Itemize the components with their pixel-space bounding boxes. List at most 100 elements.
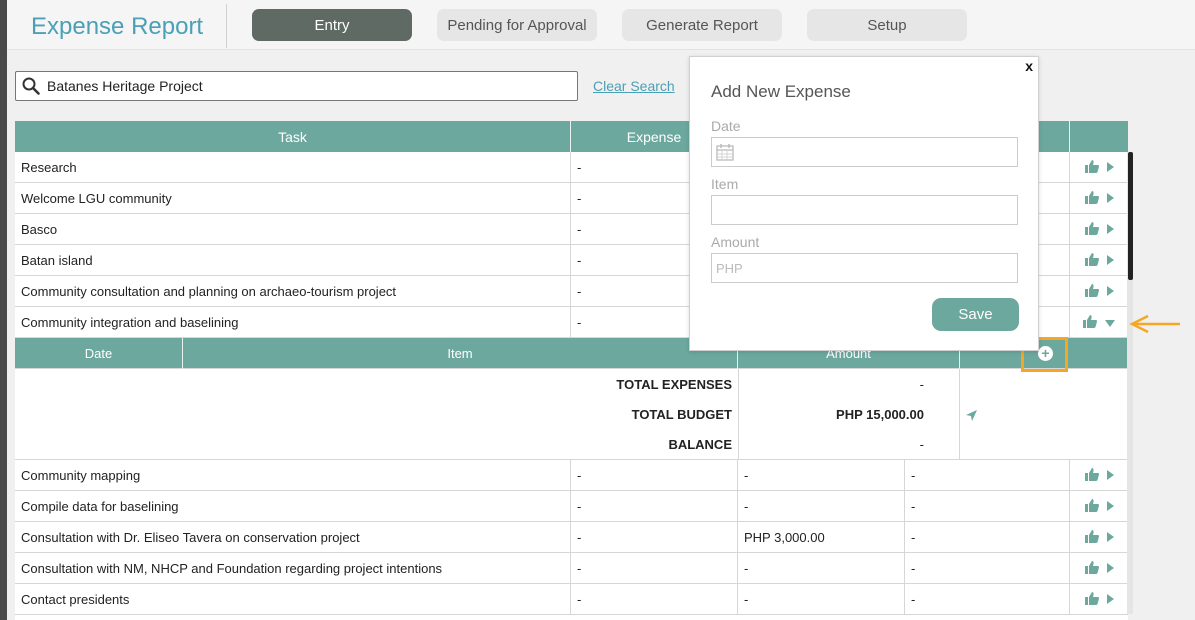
subheader-date: Date (15, 338, 183, 369)
expand-right-icon[interactable] (1106, 561, 1114, 576)
row-actions (1070, 245, 1128, 276)
search-value: Batanes Heritage Project (47, 78, 203, 94)
thumbs-up-icon[interactable] (1084, 159, 1099, 176)
value-cell: PHP 3,000.00 (738, 522, 905, 553)
date-label: Date (711, 118, 741, 134)
row-actions (1070, 152, 1128, 183)
row-actions (1070, 522, 1128, 553)
row-actions (1070, 307, 1128, 338)
tab-entry[interactable]: Entry (252, 9, 412, 41)
row-actions (1070, 491, 1128, 522)
task-cell: Research (15, 152, 571, 183)
total-budget-value: PHP 15,000.00 (836, 407, 924, 422)
thumbs-up-icon[interactable] (1084, 591, 1099, 608)
row-actions (1070, 553, 1128, 584)
item-label: Item (711, 176, 739, 192)
tab-pending-for-approval[interactable]: Pending for Approval (437, 9, 597, 41)
amount-placeholder: PHP (716, 260, 743, 276)
task-cell: Consultation with NM, NHCP and Foundatio… (15, 553, 571, 584)
expense-totals: TOTAL EXPENSES - TOTAL BUDGET PHP 15,000… (15, 369, 1128, 460)
table-row[interactable]: Consultation with Dr. Eliseo Tavera on c… (15, 522, 1128, 553)
value-cell: - (571, 460, 738, 491)
thumbs-up-icon[interactable] (1084, 283, 1099, 300)
expand-right-icon[interactable] (1106, 592, 1114, 607)
task-cell: Community consultation and planning on a… (15, 276, 571, 307)
expand-right-icon[interactable] (1106, 499, 1114, 514)
task-cell: Community mapping (15, 460, 571, 491)
value-cell: - (571, 584, 738, 615)
value-cell: - (738, 553, 905, 584)
row-actions (1070, 584, 1128, 615)
thumbs-up-icon[interactable] (1084, 467, 1099, 484)
annotation-arrow-icon (1129, 314, 1180, 334)
header-task: Task (15, 121, 571, 152)
title-divider (226, 4, 227, 48)
table-row[interactable]: Compile data for baselining - - - (15, 491, 1128, 522)
expand-right-icon[interactable] (1106, 530, 1114, 545)
thumbs-up-icon[interactable] (1083, 314, 1097, 331)
total-expenses-label: TOTAL EXPENSES (616, 377, 732, 392)
expand-right-icon[interactable] (1106, 253, 1114, 268)
value-cell: - (571, 553, 738, 584)
task-cell: Consultation with Dr. Eliseo Tavera on c… (15, 522, 571, 553)
table-scrollbar-thumb[interactable] (1128, 152, 1133, 280)
thumbs-up-icon[interactable] (1084, 560, 1099, 577)
row-actions (1070, 460, 1128, 491)
amount-field[interactable]: PHP (711, 253, 1018, 283)
row-actions (1070, 183, 1128, 214)
value-cell: - (905, 522, 1070, 553)
thumbs-up-icon[interactable] (1084, 221, 1099, 238)
task-cell: Compile data for baselining (15, 491, 571, 522)
search-icon (22, 77, 40, 95)
totals-divider-2 (959, 369, 960, 460)
item-field[interactable] (711, 195, 1018, 225)
expand-right-icon[interactable] (1106, 468, 1114, 483)
app-title: Expense Report (31, 13, 204, 40)
clear-search-link[interactable]: Clear Search (593, 78, 675, 94)
amount-label: Amount (711, 234, 760, 250)
calendar-icon[interactable] (716, 143, 734, 161)
expand-right-icon[interactable] (1106, 191, 1114, 206)
value-cell: - (905, 553, 1070, 584)
modal-title: Add New Expense (711, 82, 851, 101)
thumbs-up-icon[interactable] (1084, 498, 1099, 515)
total-expenses-value: - (919, 377, 924, 392)
task-cell: Contact presidents (15, 584, 571, 615)
value-cell: - (571, 522, 738, 553)
thumbs-up-icon[interactable] (1084, 529, 1099, 546)
total-budget-label: TOTAL BUDGET (631, 407, 732, 422)
task-cell: Community integration and baselining (15, 307, 571, 338)
expand-right-icon[interactable] (1106, 284, 1114, 299)
header-actions (1070, 121, 1128, 152)
value-cell: - (905, 584, 1070, 615)
row-actions (1070, 276, 1128, 307)
modal-close-button[interactable]: x (1025, 58, 1033, 74)
location-arrow-icon[interactable] (964, 409, 978, 423)
add-expense-plus-icon[interactable]: + (1038, 346, 1053, 361)
table-row[interactable]: Consultation with NM, NHCP and Foundatio… (15, 553, 1128, 584)
balance-value: - (919, 437, 924, 452)
left-window-edge (0, 0, 7, 620)
save-button[interactable]: Save (932, 298, 1019, 331)
task-cell: Batan island (15, 245, 571, 276)
add-expense-modal: x Add New Expense Date Item Amount PHP S… (689, 56, 1039, 351)
task-cell: Basco (15, 214, 571, 245)
table-row[interactable]: Community mapping - - - (15, 460, 1128, 491)
tab-setup[interactable]: Setup (807, 9, 967, 41)
value-cell: - (738, 460, 905, 491)
expand-right-icon[interactable] (1106, 222, 1114, 237)
row-actions (1070, 214, 1128, 245)
search-input[interactable]: Batanes Heritage Project (15, 71, 578, 101)
value-cell: - (905, 460, 1070, 491)
thumbs-up-icon[interactable] (1084, 190, 1099, 207)
task-cell: Welcome LGU community (15, 183, 571, 214)
value-cell: - (905, 491, 1070, 522)
expand-down-icon[interactable] (1105, 315, 1115, 330)
value-cell: - (738, 491, 905, 522)
date-field[interactable] (711, 137, 1018, 167)
thumbs-up-icon[interactable] (1084, 252, 1099, 269)
tab-generate-report[interactable]: Generate Report (622, 9, 782, 41)
table-row[interactable]: Contact presidents - - - (15, 584, 1128, 615)
expand-right-icon[interactable] (1106, 160, 1114, 175)
value-cell: - (571, 491, 738, 522)
